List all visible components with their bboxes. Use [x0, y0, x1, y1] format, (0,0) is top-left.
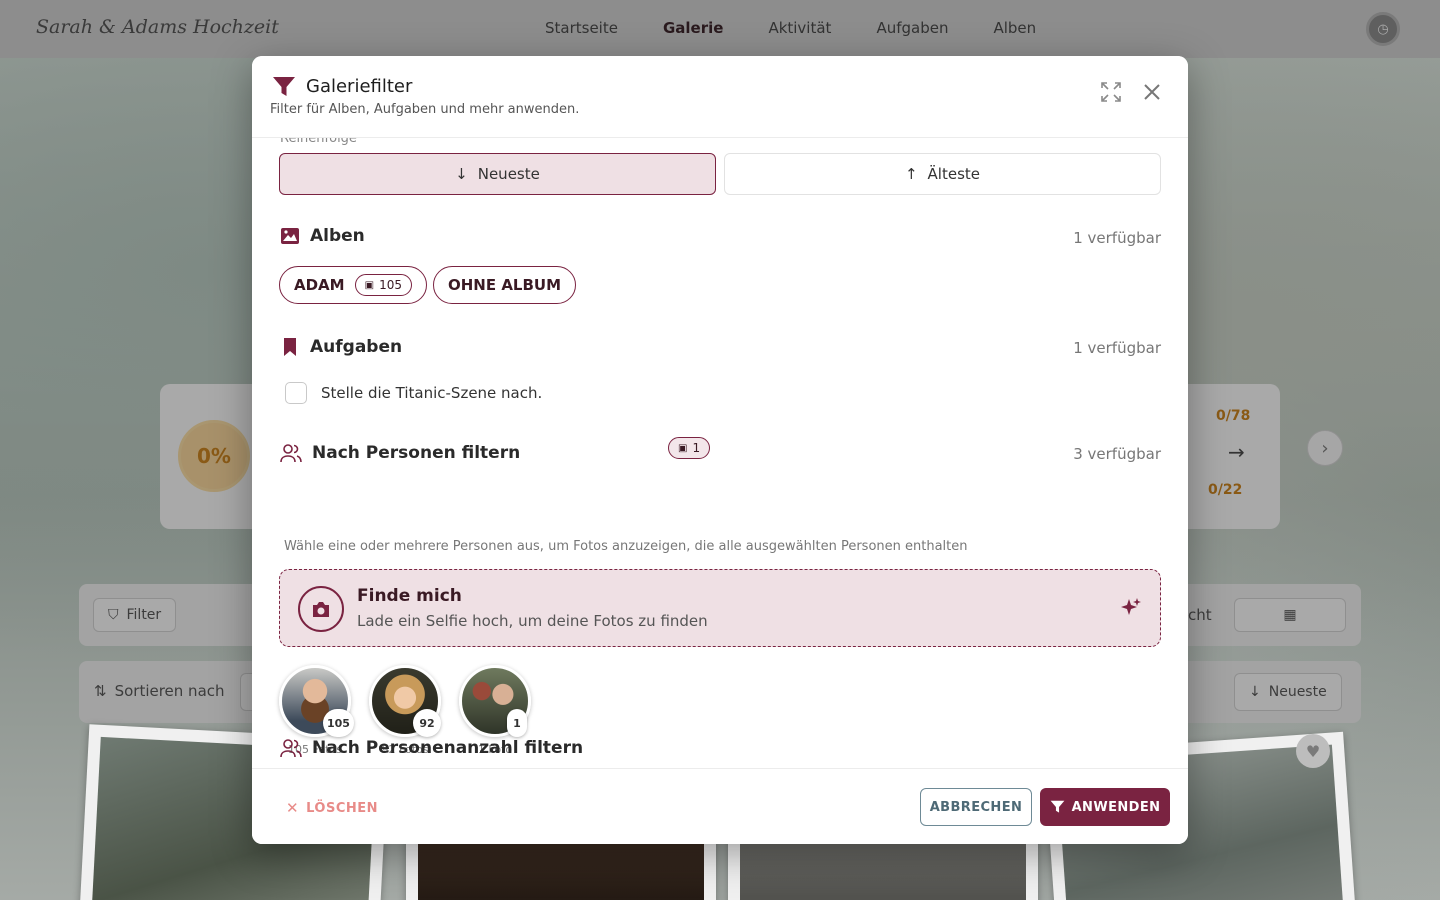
find-me-subtitle: Lade ein Selfie hoch, um deine Fotos zu …	[357, 612, 708, 630]
background-sort-button[interactable]: ↓ Neueste	[1234, 673, 1342, 711]
sort-newest-button[interactable]: ↓ Neueste	[279, 153, 716, 195]
album-chip-adam[interactable]: ADAM ▣ 105	[279, 266, 427, 304]
people-heading: Nach Personen filtern	[280, 443, 520, 463]
nav-alben[interactable]: Alben	[993, 19, 1036, 37]
filter-button[interactable]: ⛉ Filter	[93, 598, 177, 632]
progress-value: 0%	[197, 444, 231, 468]
arrow-up-icon: ↑	[904, 165, 918, 183]
cancel-button[interactable]: ABBRECHEN	[920, 788, 1032, 826]
camera-icon	[298, 586, 344, 632]
people-count-heading: Nach Personenanzahl filtern	[280, 738, 583, 758]
image-icon	[281, 228, 299, 244]
find-me-title: Finde mich	[357, 586, 462, 606]
arrow-down-icon: ↓	[1249, 684, 1261, 700]
modal-title: Galeriefilter	[306, 76, 413, 97]
album-chip-ohne-album[interactable]: OHNE ALBUM	[433, 266, 577, 304]
grid-view-button[interactable]: ▦	[1234, 598, 1346, 632]
order-label: Reihenfolge	[280, 138, 357, 146]
task-checkbox[interactable]	[285, 382, 307, 404]
filter-label: Filter	[126, 607, 162, 623]
sort-oldest-button[interactable]: ↑ Älteste	[724, 153, 1161, 195]
close-icon: ✕	[286, 799, 300, 817]
people-hint: Wähle eine oder mehrere Personen aus, um…	[284, 539, 968, 554]
modal-body[interactable]: Reihenfolge ↓ Neueste ↑ Älteste Alben 1 …	[252, 138, 1188, 768]
tasks-available: 1 verfügbar	[1073, 339, 1161, 357]
user-avatar[interactable]: ◷	[1366, 12, 1400, 46]
album-count-pill: ▣ 105	[354, 274, 412, 296]
nav-links: Startseite Galerie Aktivität Aufgaben Al…	[545, 19, 1036, 37]
albums-heading: Alben	[280, 226, 365, 246]
expand-icon	[1101, 82, 1121, 102]
view-label-partial: cht	[1188, 606, 1212, 624]
photos-stat: 0/78	[1216, 408, 1251, 424]
nav-startseite[interactable]: Startseite	[545, 19, 618, 37]
person-count-badge: 1	[507, 709, 527, 737]
apply-button[interactable]: ANWENDEN	[1040, 788, 1170, 826]
arrow-down-icon: ↓	[455, 165, 468, 183]
funnel-icon	[1050, 800, 1064, 813]
bookmark-icon	[284, 338, 296, 356]
tasks-stat: 0/22	[1208, 482, 1243, 498]
gallery-filter-modal: Galeriefilter Filter für Alben, Aufgaben…	[252, 56, 1188, 844]
users-icon	[280, 739, 302, 758]
brand-logo[interactable]: Sarah & Adams Hochzeit	[36, 16, 279, 38]
carousel-next-button[interactable]: ›	[1307, 430, 1343, 466]
nav-galerie[interactable]: Galerie	[663, 19, 723, 37]
nav-aktivitaet[interactable]: Aktivität	[768, 19, 831, 37]
funnel-icon	[273, 77, 295, 96]
grid-icon: ▦	[1283, 607, 1297, 623]
top-navigation: Sarah & Adams Hochzeit Startseite Galeri…	[0, 0, 1440, 58]
progress-ring: 0%	[178, 420, 250, 492]
users-icon	[280, 444, 302, 463]
people-available: 3 verfügbar	[1073, 445, 1161, 463]
task-row[interactable]: Stelle die Titanic-Szene nach.	[285, 382, 542, 404]
close-icon	[1144, 84, 1160, 100]
filter-icon: ⛉	[108, 607, 119, 623]
expand-button[interactable]	[1097, 78, 1125, 106]
albums-available: 1 verfügbar	[1073, 229, 1161, 247]
person-count-badge: 105	[323, 709, 354, 737]
favorite-heart-icon[interactable]: ♥	[1296, 734, 1330, 768]
clear-button[interactable]: ✕ LÖSCHEN	[286, 799, 378, 817]
sparkle-icon	[1121, 598, 1141, 615]
find-me-upload[interactable]: Finde mich Lade ein Selfie hoch, um dein…	[279, 569, 1161, 647]
sort-arrows-icon: ⇅	[94, 682, 107, 700]
clock-icon: ◷	[1377, 21, 1389, 37]
task-label: Stelle die Titanic-Szene nach.	[321, 384, 543, 402]
modal-subtitle: Filter für Alben, Aufgaben und mehr anwe…	[270, 102, 580, 117]
modal-footer: ✕ LÖSCHEN ABBRECHEN ANWENDEN	[252, 768, 1188, 844]
modal-header: Galeriefilter Filter für Alben, Aufgaben…	[252, 56, 1188, 138]
close-button[interactable]	[1138, 78, 1166, 106]
image-icon: ▣	[364, 279, 375, 291]
nav-aufgaben[interactable]: Aufgaben	[876, 19, 948, 37]
person-count-badge: 92	[413, 709, 441, 737]
task-count-pill: ▣ 1	[668, 437, 711, 459]
tasks-heading: Aufgaben	[280, 337, 402, 357]
image-icon: ▣	[678, 442, 688, 454]
chevron-right-icon: ›	[1321, 437, 1329, 459]
sort-label: ⇅ Sortieren nach	[94, 682, 225, 700]
arrow-right-icon[interactable]: →	[1228, 440, 1245, 464]
